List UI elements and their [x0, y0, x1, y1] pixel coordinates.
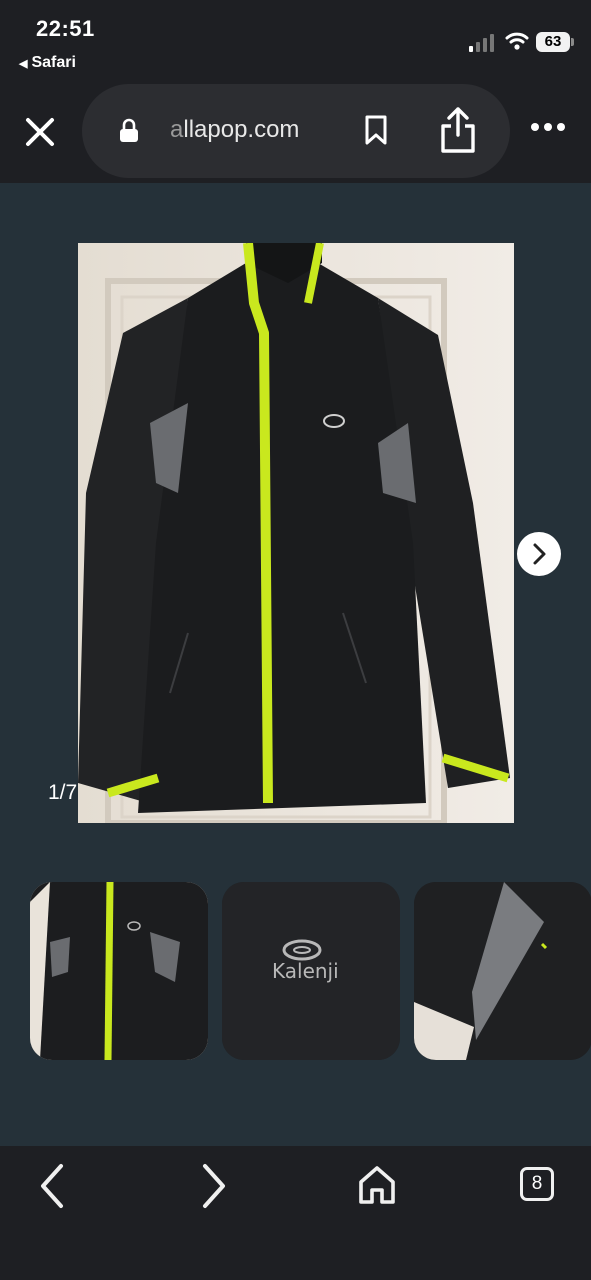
jacket-image — [78, 243, 514, 823]
status-time: 22:51 — [36, 16, 95, 41]
tabs-button[interactable]: 8 — [520, 1167, 554, 1201]
back-triangle-icon: ◀ — [19, 58, 28, 70]
forward-arrow-icon[interactable] — [198, 1162, 230, 1210]
more-options-icon[interactable] — [530, 122, 566, 132]
battery-tip — [571, 38, 574, 46]
url-domain: llapop.com — [183, 116, 300, 143]
wifi-icon — [505, 32, 529, 50]
mesh-panel-closeup-image — [414, 882, 591, 1060]
main-product-photo[interactable] — [78, 243, 514, 823]
chevron-right-icon — [533, 543, 546, 565]
brand-logo-text: Kalenji — [272, 959, 339, 983]
thumbnail-3[interactable] — [414, 882, 591, 1060]
share-icon[interactable] — [438, 105, 478, 155]
thumbnail-1[interactable] — [30, 882, 208, 1060]
brand-logo-closeup-image: Kalenji — [222, 882, 400, 1060]
url-text[interactable]: allapop.com — [170, 116, 299, 144]
url-fade-part: a — [170, 116, 184, 143]
next-photo-button[interactable] — [517, 532, 561, 576]
browser-bottom-toolbar — [0, 1146, 591, 1280]
thumbnail-2[interactable]: Kalenji — [222, 882, 400, 1060]
cellular-signal-icon — [469, 34, 494, 52]
close-icon[interactable] — [20, 112, 60, 152]
photo-counter: 1/7 — [48, 781, 78, 804]
bookmark-icon[interactable] — [364, 114, 388, 146]
back-app-label: Safari — [31, 54, 76, 71]
back-to-app-link[interactable]: ◀ Safari — [19, 54, 76, 72]
back-arrow-icon[interactable] — [36, 1162, 68, 1210]
home-icon[interactable] — [357, 1164, 397, 1206]
lock-icon — [120, 118, 138, 142]
battery-indicator: 63 — [536, 32, 570, 52]
jacket-thumbnail-image — [30, 882, 208, 1060]
